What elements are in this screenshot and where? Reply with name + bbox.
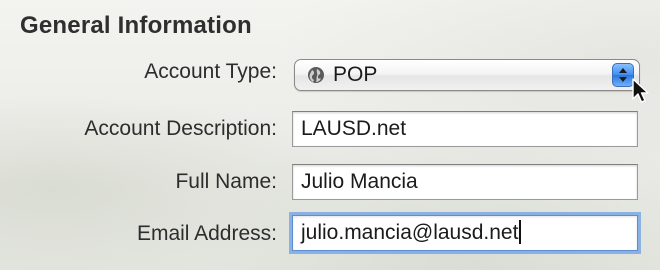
- popup-stepper[interactable]: [612, 63, 634, 87]
- email-address-value: julio.mancia@lausd.net: [301, 221, 519, 244]
- account-type-label: Account Type:: [144, 60, 277, 83]
- section-title: General Information: [20, 12, 252, 39]
- globe-icon: [308, 67, 324, 83]
- mouse-pointer-icon: [632, 78, 649, 103]
- up-down-arrows-icon: [619, 68, 627, 82]
- account-description-field[interactable]: LAUSD.net: [292, 111, 638, 147]
- account-description-label: Account Description:: [84, 117, 277, 140]
- email-address-label: Email Address:: [136, 222, 277, 245]
- email-address-field[interactable]: julio.mancia@lausd.net: [292, 215, 638, 251]
- account-type-value: POP: [333, 63, 378, 86]
- full-name-label: Full Name:: [175, 170, 277, 193]
- account-type-popup[interactable]: POP: [294, 59, 640, 91]
- full-name-field[interactable]: Julio Mancia: [292, 164, 638, 200]
- text-caret: [519, 220, 521, 244]
